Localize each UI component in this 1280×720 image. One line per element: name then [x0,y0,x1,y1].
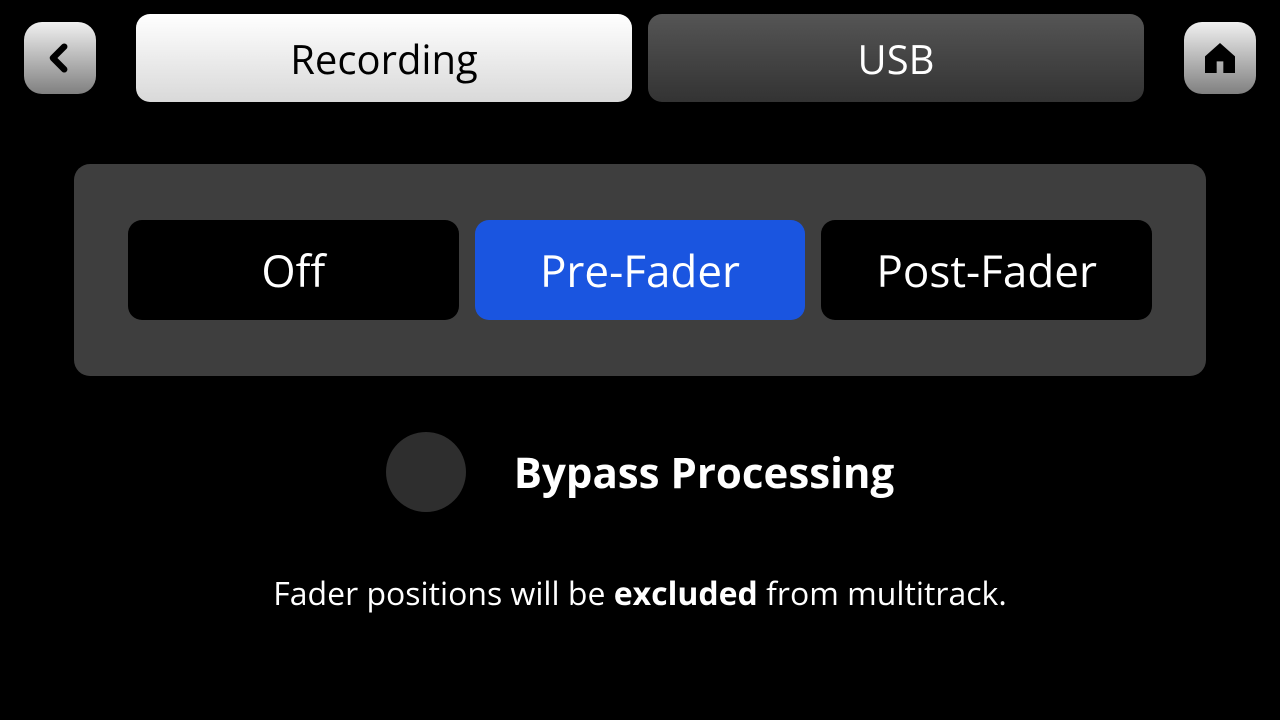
option-post-fader-label: Post-Fader [876,240,1097,300]
fader-mode-panel: Off Pre-Fader Post-Fader [74,164,1206,376]
bypass-toggle[interactable] [386,432,466,512]
option-pre-fader[interactable]: Pre-Fader [475,220,806,320]
hint-bold: excluded [614,572,758,615]
hint-after: from multitrack. [766,572,1007,615]
option-off[interactable]: Off [128,220,459,320]
tab-recording[interactable]: Recording [136,14,632,102]
home-button[interactable] [1184,22,1256,94]
chevron-left-icon [43,41,77,75]
option-pre-fader-label: Pre-Fader [540,240,740,300]
tabs: Recording USB [136,14,1144,102]
bypass-row: Bypass Processing [0,432,1280,512]
home-icon [1200,38,1240,78]
back-button[interactable] [24,22,96,94]
tab-recording-label: Recording [290,31,478,86]
hint-before: Fader positions will be [273,572,614,615]
hint-text: Fader positions will be excluded from mu… [0,572,1280,615]
tab-usb-label: USB [858,31,935,86]
bypass-label: Bypass Processing [514,444,894,501]
topbar: Recording USB [0,0,1280,102]
option-post-fader[interactable]: Post-Fader [821,220,1152,320]
option-off-label: Off [261,240,325,300]
tab-usb[interactable]: USB [648,14,1144,102]
